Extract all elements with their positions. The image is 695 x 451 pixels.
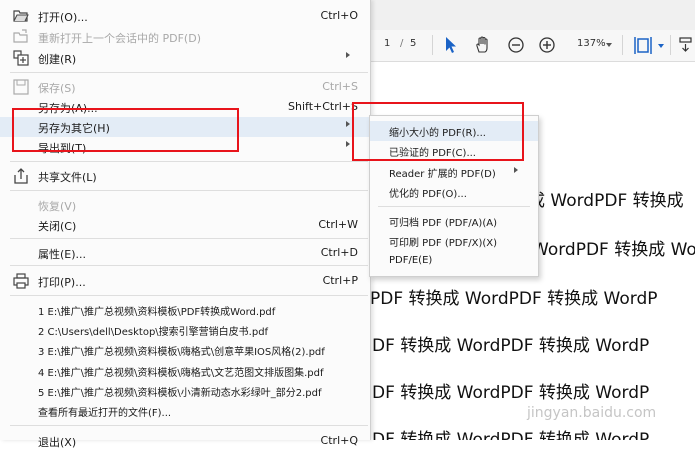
recent-file-label: 4 E:\推广\推广总视频\资料模板\嗨格式\文艺范图文排版图集.pdf	[38, 368, 324, 379]
menu-separator	[10, 295, 368, 296]
folder-open-icon	[13, 10, 29, 22]
shortcut: Ctrl+D	[320, 246, 358, 259]
submenu-item-reader-extended[interactable]: Reader 扩展的 PDF(D)	[370, 162, 538, 182]
pdf-toolbar: 1 / 5 137%	[370, 30, 695, 62]
document-text-line: WordPDF 转换成 Wor	[532, 240, 695, 260]
menu-item-label: 属性(E)...	[38, 248, 87, 261]
recent-file-item[interactable]: 4 E:\推广\推广总视频\资料模板\嗨格式\文艺范图文排版图集.pdf	[0, 361, 370, 381]
submenu-arrow-icon	[346, 121, 350, 127]
shortcut: Shift+Ctrl+S	[288, 100, 358, 113]
shortcut: Ctrl+S	[322, 80, 358, 93]
recent-file-label: 1 E:\推广\推广总视频\资料模板\PDF转换成Word.pdf	[38, 307, 276, 318]
watermark: jingyan.baidu.com	[527, 405, 657, 421]
submenu-item-label: 优化的 PDF(O)...	[389, 189, 467, 200]
menu-separator	[10, 72, 368, 73]
fit-dropdown-icon[interactable]	[658, 44, 664, 48]
document-text-line: 成 WordPDF 转换成	[528, 191, 684, 211]
submenu-item-label: 可归档 PDF (PDF/A)(A)	[389, 218, 497, 229]
hand-tool-icon[interactable]	[474, 36, 492, 54]
fit-page-icon[interactable]	[634, 36, 656, 56]
menu-item-save[interactable]: 保存(S) Ctrl+S	[0, 77, 370, 97]
page-separator: /	[400, 38, 404, 49]
menu-item-label: 打印(P)...	[38, 276, 86, 289]
submenu-arrow-icon	[514, 167, 518, 173]
select-arrow-icon[interactable]	[444, 36, 458, 54]
annotation-box-save-as-other	[12, 108, 239, 152]
menu-item-close[interactable]: 关闭(C) Ctrl+W	[0, 215, 370, 235]
recent-file-label: 3 E:\推广\推广总视频\资料模板\嗨格式\创意苹果IOS风格(2).pdf	[38, 347, 325, 358]
menu-item-properties[interactable]: 属性(E)... Ctrl+D	[0, 243, 370, 263]
document-text-line: PDF 转换成 WordPDF 转换成 WordP	[370, 289, 658, 309]
zoom-out-icon[interactable]	[507, 36, 525, 54]
submenu-item-label: PDF/E(E)	[389, 255, 433, 266]
menu-item-revert[interactable]: 恢复(V)	[0, 195, 370, 215]
shortcut: Ctrl+Q	[320, 434, 358, 447]
scroll-mode-icon[interactable]	[678, 36, 694, 54]
submenu-item-label: 可印刷 PDF (PDF/X)(X)	[389, 238, 497, 249]
document-text-line: DF 转换成 WordPDF 转换成 WordP	[372, 336, 650, 356]
submenu-item-label: Reader 扩展的 PDF(D)	[389, 169, 496, 180]
recent-file-item[interactable]: 2 C:\Users\dell\Desktop\搜索引擎营销白皮书.pdf	[0, 320, 370, 340]
menu-item-label: 打开(O)...	[38, 11, 88, 24]
shortcut: Ctrl+O	[320, 9, 358, 22]
toolbar-divider	[670, 35, 671, 55]
menu-separator	[10, 238, 368, 239]
menu-item-label: 查看所有最近打开的文件(F)...	[38, 408, 172, 419]
menu-item-open[interactable]: 打开(O)... Ctrl+O	[0, 6, 370, 26]
menu-separator	[10, 190, 368, 191]
menu-item-create[interactable]: 创建(R)	[0, 48, 370, 68]
document-text-line: DF 转换成 WordPDF 转换成 WordP	[372, 383, 650, 403]
menu-item-label: 退出(X)	[38, 436, 77, 449]
submenu-item-optimized[interactable]: 优化的 PDF(O)...	[370, 182, 538, 202]
shortcut: Ctrl+P	[322, 274, 358, 287]
menu-item-label: 共享文件(L)	[38, 171, 97, 184]
share-icon	[14, 168, 28, 184]
save-disk-icon	[13, 79, 29, 95]
submenu-item-printable[interactable]: 可印刷 PDF (PDF/X)(X)	[370, 231, 538, 251]
menu-item-label: 恢复(V)	[38, 200, 77, 213]
toolbar-divider	[432, 35, 433, 55]
submenu-item-archivable[interactable]: 可归档 PDF (PDF/A)(A)	[370, 211, 538, 231]
menu-item-label: 关闭(C)	[38, 220, 77, 233]
annotation-box-reduced-size	[352, 102, 524, 161]
menu-separator	[10, 265, 368, 266]
menu-item-label: 保存(S)	[38, 82, 76, 95]
submenu-item-pdf-e[interactable]: PDF/E(E)	[370, 252, 538, 272]
menu-item-view-all-recent[interactable]: 查看所有最近打开的文件(F)...	[0, 401, 370, 421]
document-text-line: DF 转换成 WordPDF 转换成 WordP	[372, 430, 650, 440]
submenu-separator	[378, 206, 530, 207]
page-number-total: 5	[410, 38, 417, 49]
printer-icon	[13, 273, 29, 289]
recent-file-item[interactable]: 5 E:\推广\推广总视频\资料模板\小清新动态水彩绿叶_部分2.pdf	[0, 381, 370, 401]
recent-file-label: 5 E:\推广\推广总视频\资料模板\小清新动态水彩绿叶_部分2.pdf	[38, 388, 322, 399]
menu-item-label: 创建(R)	[38, 53, 77, 66]
menu-item-reopen[interactable]: 重新打开上一个会话中的 PDF(D)	[0, 27, 370, 47]
menu-item-print[interactable]: 打印(P)... Ctrl+P	[0, 271, 370, 291]
page-number-current[interactable]: 1	[384, 38, 390, 49]
menu-item-share[interactable]: 共享文件(L)	[0, 166, 370, 186]
recent-file-label: 2 C:\Users\dell\Desktop\搜索引擎营销白皮书.pdf	[38, 327, 269, 338]
recent-file-item[interactable]: 1 E:\推广\推广总视频\资料模板\PDF转换成Word.pdf	[0, 300, 370, 320]
top-bar	[370, 0, 695, 31]
file-menu: 打开(O)... Ctrl+O 重新打开上一个会话中的 PDF(D) 创建(R)…	[0, 0, 371, 449]
menu-item-label: 重新打开上一个会话中的 PDF(D)	[38, 32, 201, 45]
recent-file-item[interactable]: 3 E:\推广\推广总视频\资料模板\嗨格式\创意苹果IOS风格(2).pdf	[0, 340, 370, 360]
create-pdf-icon	[13, 50, 29, 66]
zoom-level[interactable]: 137%	[577, 38, 606, 49]
toolbar-divider	[622, 35, 623, 55]
submenu-arrow-icon	[346, 52, 350, 58]
zoom-in-icon[interactable]	[538, 36, 556, 54]
menu-separator	[10, 425, 368, 426]
submenu-arrow-icon	[346, 141, 350, 147]
menu-separator	[10, 161, 368, 162]
zoom-dropdown-icon[interactable]	[606, 43, 612, 47]
reopen-folder-icon	[13, 29, 28, 43]
shortcut: Ctrl+W	[318, 218, 358, 231]
menu-item-exit[interactable]: 退出(X) Ctrl+Q	[0, 431, 370, 451]
